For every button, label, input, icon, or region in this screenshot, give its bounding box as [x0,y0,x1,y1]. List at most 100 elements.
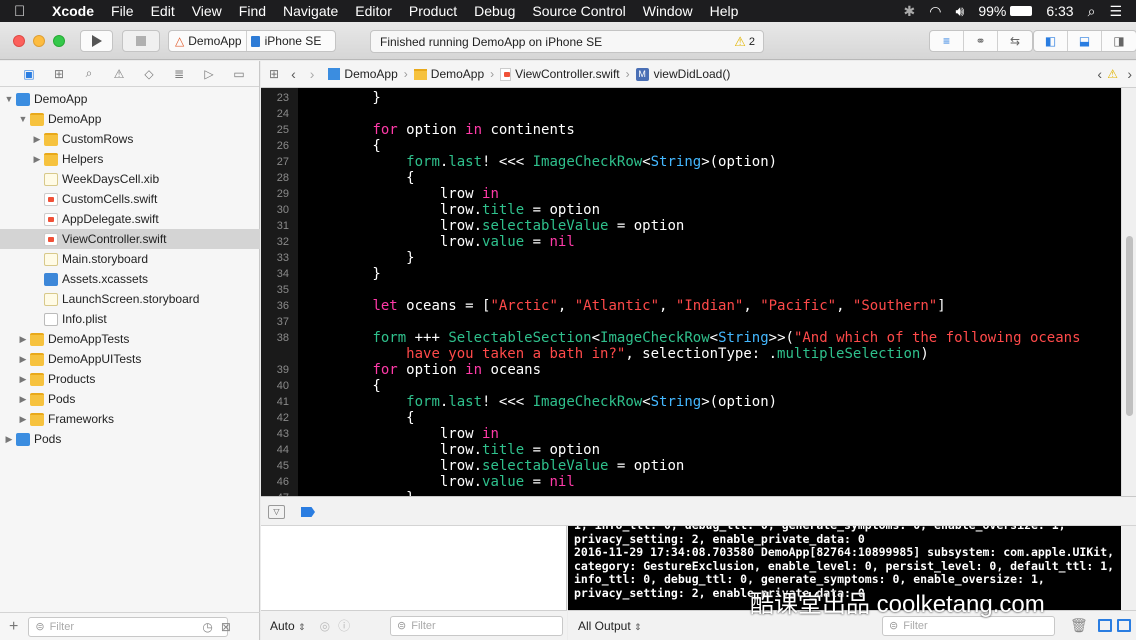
apple-menu-icon[interactable]:  [14,3,38,20]
related-items-icon[interactable]: ⊞ [269,67,279,81]
breadcrumb-file[interactable]: ViewController.swift › [500,67,630,81]
recent-files-icon[interactable]: ◷ [202,620,212,634]
menu-debug[interactable]: Debug [474,3,515,19]
add-file-icon[interactable]: + [9,618,18,636]
menu-editor[interactable]: Editor [355,3,392,19]
tree-item[interactable]: ▶ Helpers [0,149,260,169]
code-line[interactable]: lrow.selectableValue = option [305,458,684,474]
project-navigator-tab-icon[interactable]: ▣ [14,67,44,81]
battery-icon[interactable] [1010,6,1033,16]
tree-item[interactable]: CustomCells.swift [0,189,260,209]
code-line[interactable]: for option in continents [305,122,574,138]
version-editor-icon[interactable]: ⇆ [998,31,1032,51]
code-line[interactable]: lrow in [305,186,499,202]
toggle-debug-area-icon[interactable]: ⬓ [1068,31,1102,51]
quick-look-icon[interactable]: ◎ [320,619,330,633]
menu-navigate[interactable]: Navigate [283,3,338,19]
tree-item[interactable]: ▶ Pods [0,389,260,409]
menu-app[interactable]: Xcode [52,3,94,19]
stop-button[interactable] [122,30,160,52]
tree-item[interactable]: ▶ Pods [0,429,260,449]
tree-item[interactable]: AppDelegate.swift [0,209,260,229]
tree-item[interactable]: ▶ Products [0,369,260,389]
show-console-view-icon[interactable] [1117,619,1131,632]
code-line[interactable]: lrow.selectableValue = option [305,218,684,234]
previous-issue-icon[interactable]: ‹ [1097,66,1102,82]
bluetooth-icon[interactable]: ✱ [904,3,916,20]
scheme-selector[interactable]: △ DemoApp iPhone SE [168,30,336,52]
test-navigator-tab-icon[interactable]: ◇ [134,67,164,81]
code-line[interactable]: { [305,410,414,426]
hide-debug-area-button[interactable]: ▽ [268,505,285,519]
breadcrumb-project[interactable]: DemoApp › [328,67,408,81]
disclosure-closed-icon[interactable]: ▶ [32,154,42,165]
menu-source-control[interactable]: Source Control [532,3,625,19]
code-line[interactable]: } [305,250,414,266]
disclosure-closed-icon[interactable]: ▶ [18,374,28,385]
menu-find[interactable]: Find [239,3,266,19]
debug-navigator-tab-icon[interactable]: ≣ [164,67,194,81]
code-line[interactable]: lrow.title = option [305,202,600,218]
menu-window[interactable]: Window [643,3,693,19]
standard-editor-icon[interactable]: ≡ [930,31,964,51]
menu-product[interactable]: Product [409,3,457,19]
tree-item[interactable]: ▶ DemoAppUITests [0,349,260,369]
code-line[interactable]: } [305,90,380,106]
breakpoints-toggle-icon[interactable] [301,507,315,517]
toggle-utilities-icon[interactable]: ◨ [1102,31,1136,51]
clear-console-icon[interactable]: 🗑︎ [1070,617,1088,634]
disclosure-closed-icon[interactable]: ▶ [18,354,28,365]
editor-scroll-thumb[interactable] [1126,236,1133,416]
menu-view[interactable]: View [192,3,222,19]
menu-file[interactable]: File [111,3,134,19]
back-arrow-icon[interactable]: ‹ [291,66,296,82]
code-line[interactable]: lrow.value = nil [305,234,575,250]
source-editor[interactable]: 23 24 25 26 27 28 29 30 31 32 33 34 35 36 37 38 39 40 41 42… [261,88,1121,496]
code-line[interactable]: { [305,378,380,394]
menu-edit[interactable]: Edit [151,3,175,19]
source-control-navigator-tab-icon[interactable]: ⊞ [44,67,74,81]
report-navigator-tab-icon[interactable]: ▭ [224,67,254,81]
code-line[interactable]: form.last! <<< ImageCheckRow<String>(opt… [305,394,777,410]
breakpoint-navigator-tab-icon[interactable]: ▷ [194,67,224,81]
issue-warning-icon[interactable]: ⚠ [1107,67,1118,81]
code-line[interactable]: { [305,170,414,186]
wifi-icon[interactable]: ◠ [929,3,941,20]
tree-item[interactable]: Assets.xcassets [0,269,260,289]
disclosure-closed-icon[interactable]: ▶ [32,134,42,145]
assistant-editor-icon[interactable]: ⚭ [964,31,998,51]
editor-vertical-scrollbar[interactable] [1121,88,1136,496]
tree-item[interactable]: ▶ Frameworks [0,409,260,429]
disclosure-closed-icon[interactable]: ▶ [18,394,28,405]
code-line[interactable]: lrow in [305,426,499,442]
disclosure-closed-icon[interactable]: ▶ [4,434,14,445]
minimize-window-button[interactable] [33,35,45,47]
issue-navigator-tab-icon[interactable]: ⚠ [104,67,134,81]
breadcrumb-method[interactable]: M viewDidLoad() [635,67,730,81]
tree-item[interactable]: Main.storyboard [0,249,260,269]
spotlight-search-icon[interactable]: ⌕ [1088,3,1096,20]
toggle-navigator-icon[interactable]: ◧ [1034,31,1068,51]
volume-icon[interactable]: 🔊︎ [955,3,964,20]
variables-filter-field[interactable]: ⊜ Filter [390,615,563,636]
code-line[interactable]: form +++ SelectableSection<ImageCheckRow… [305,330,1080,346]
menu-help[interactable]: Help [710,3,739,19]
disclosure-closed-icon[interactable]: ▶ [18,334,28,345]
tree-item[interactable]: ▶ DemoAppTests [0,329,260,349]
disclosure-closed-icon[interactable]: ▶ [18,414,28,425]
code-line[interactable]: for option in oceans [305,362,541,378]
close-window-button[interactable] [13,35,25,47]
next-issue-icon[interactable]: › [1127,66,1132,82]
warnings-badge[interactable]: ⚠ 2 [734,34,755,50]
code-line[interactable]: lrow.value = nil [305,474,575,490]
tree-item[interactable]: ▼ DemoApp [0,89,260,109]
code-line[interactable]: have you taken a bath in?", selectionTyp… [305,346,929,362]
run-button[interactable] [80,30,113,52]
console-scrollbar[interactable] [1121,526,1136,610]
notification-center-icon[interactable]: ☰ [1109,3,1122,20]
tree-item[interactable]: ▶ CustomRows [0,129,260,149]
tree-item[interactable]: ▼ DemoApp [0,109,260,129]
variables-scope-popup[interactable]: Auto ⇕ [270,619,306,633]
disclosure-open-icon[interactable]: ▼ [4,94,14,104]
tree-item[interactable]: Info.plist [0,309,260,329]
